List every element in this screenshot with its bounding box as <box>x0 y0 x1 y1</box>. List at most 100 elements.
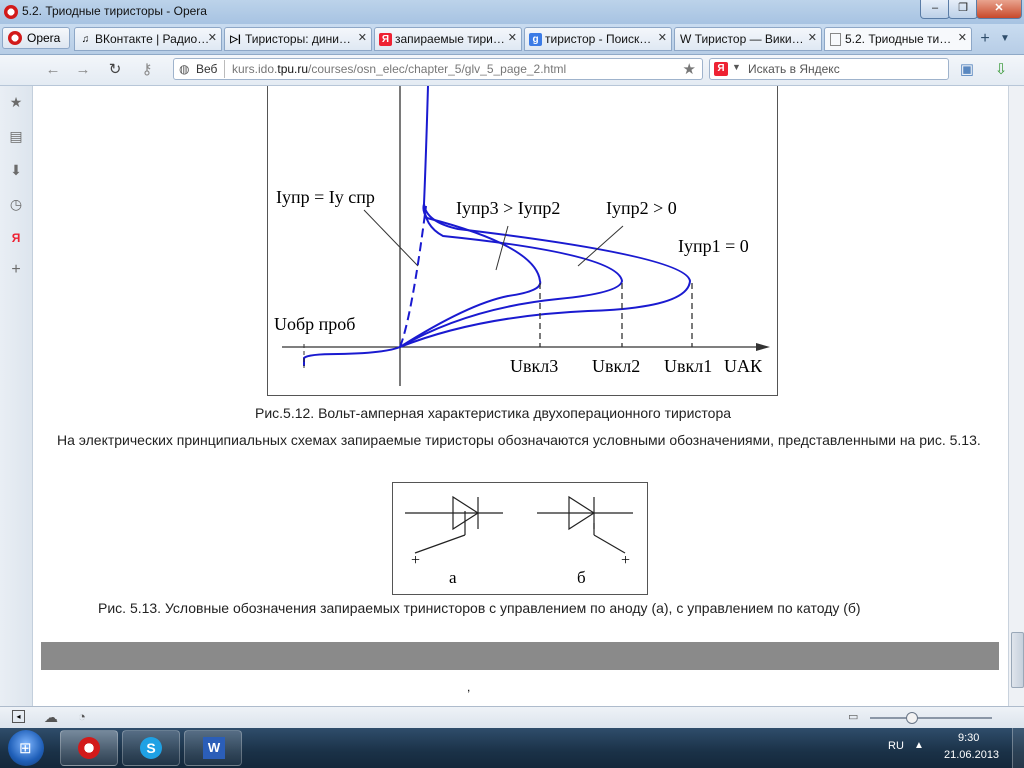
navigation-bar: ← → ↻ ⚷ ◍ Веб kurs.ido.tpu.ru/courses/os… <box>0 55 1024 86</box>
tray-expand-icon[interactable]: ▲ <box>914 740 924 751</box>
opera-taskbar-icon <box>78 737 100 759</box>
update-icon[interactable]: ⇩ <box>992 61 1010 79</box>
label-b: б <box>577 568 586 587</box>
search-placeholder: Искать в Яндекс <box>748 62 840 76</box>
address-bar[interactable]: ◍ Веб kurs.ido.tpu.ru/courses/osn_elec/c… <box>173 58 703 80</box>
label-uvkl1: Uвкл1 <box>664 356 712 376</box>
tab-triode-thyristors[interactable]: 5.2. Триодные ти… ✕ <box>824 27 972 51</box>
dashed-curve-iupr-eq <box>399 205 427 348</box>
close-tab-icon[interactable]: ✕ <box>658 31 667 44</box>
thyristor-symbol-anode-gate <box>405 495 503 554</box>
add-panel-icon[interactable]: + <box>8 262 24 278</box>
downloads-icon[interactable]: ⬇ <box>8 162 24 178</box>
label-uak: UАК <box>724 356 763 376</box>
key-icon[interactable]: ⚷ <box>138 61 156 79</box>
tab-label: ВКонтакте | Радио… <box>95 32 210 46</box>
zoom-slider-thumb[interactable] <box>906 712 918 724</box>
taskbar-skype[interactable]: S <box>122 730 180 766</box>
plus-sign-b: + <box>621 552 630 569</box>
close-tab-icon[interactable]: ✕ <box>508 31 517 44</box>
label-uobr: Uобр проб <box>274 314 355 334</box>
body-paragraph: На электрических принципиальных схемах з… <box>57 432 981 448</box>
yandex-search-icon: Я <box>714 62 728 76</box>
opera-logo-icon <box>4 5 18 19</box>
window-title: 5.2. Триодные тиристоры - Opera <box>22 4 207 18</box>
page-content: Iупр = Iу спр Iупр3 > Iупр2 Iупр2 > 0 Iу… <box>33 86 1008 706</box>
search-engine-dropdown-icon[interactable]: ▼ <box>732 62 741 72</box>
tab-google-search[interactable]: g тиристор - Поиск… ✕ <box>524 27 672 51</box>
label-iupr3: Iупр3 > Iупр2 <box>456 198 560 218</box>
language-indicator[interactable]: RU <box>888 740 904 752</box>
opera-menu-label: Opera <box>27 31 61 45</box>
close-tab-icon[interactable]: ✕ <box>808 31 817 44</box>
figure-5-12-caption: Рис.5.12. Вольт-амперная характеристика … <box>255 405 732 421</box>
forward-icon[interactable]: → <box>74 61 92 79</box>
history-clock-icon[interactable]: ◷ <box>8 196 24 212</box>
url-path: /courses/osn_elec/chapter_5/glv_5_page_2… <box>308 62 567 76</box>
tab-list-icon[interactable]: ▼ <box>1000 30 1016 48</box>
tab-label: запираемые тири… <box>395 32 505 46</box>
iv-characteristic-graph: Iупр = Iу спр Iупр3 > Iупр2 Iупр2 > 0 Iу… <box>274 86 770 386</box>
diode-icon: ▷| <box>230 34 241 45</box>
sidebar-panel: ★ ▤ ⬇ ◷ Я + <box>0 86 33 706</box>
pointer-iupr-eq <box>363 209 419 267</box>
address-divider <box>224 60 225 78</box>
title-bar: 5.2. Триодные тиристоры - Opera ‒ ❐ ✕ <box>0 0 1024 24</box>
url-host: tpu.ru <box>277 62 309 76</box>
figure-5-13-caption: Рис. 5.13. Условные обозначения запираем… <box>98 600 861 616</box>
turbo-gauge-icon[interactable]: ◔ <box>78 709 86 724</box>
zoom-slider-track[interactable] <box>870 717 992 719</box>
speed-dial-icon[interactable]: ▣ <box>958 61 976 79</box>
taskbar-word[interactable]: W <box>184 730 242 766</box>
minimize-button[interactable]: ‒ <box>920 0 950 19</box>
taskbar-opera[interactable] <box>60 730 118 766</box>
back-icon[interactable]: ← <box>44 61 62 79</box>
status-bar: ◂ ☁ ◔ ▭ <box>0 706 1024 729</box>
curve-iupr2 <box>399 203 624 348</box>
close-tab-icon[interactable]: ✕ <box>958 31 967 44</box>
start-button[interactable]: ⊞ <box>8 730 44 766</box>
windows-logo-icon: ⊞ <box>19 740 32 757</box>
footer-comma: , <box>467 680 471 694</box>
globe-icon: ◍ <box>179 62 190 76</box>
notes-icon[interactable]: ▤ <box>8 128 24 144</box>
word-icon: W <box>203 737 225 759</box>
windows-taskbar: ⊞ S W RU ▲ 9:30 21.06.2013 <box>0 728 1024 768</box>
search-box[interactable]: Я ▼ Искать в Яндекс <box>709 58 949 80</box>
opera-menu-button[interactable]: Opera <box>2 27 70 49</box>
scrollbar-thumb[interactable] <box>1011 632 1024 688</box>
unite-cloud-icon[interactable]: ☁ <box>44 709 58 726</box>
yandex-panel-icon[interactable]: Я <box>8 230 24 246</box>
tab-yandex-search[interactable]: Я запираемые тири… ✕ <box>374 27 522 51</box>
page-zoom-icon[interactable]: ▭ <box>848 710 858 723</box>
pointer-iupr3 <box>495 225 509 271</box>
bookmarks-star-icon[interactable]: ★ <box>8 94 24 110</box>
close-window-button[interactable]: ✕ <box>976 0 1022 19</box>
label-a: а <box>449 568 457 587</box>
tab-wikipedia[interactable]: W Тиристор — Вики… ✕ <box>674 27 822 51</box>
clock-time[interactable]: 9:30 <box>958 732 979 744</box>
label-iupr-eq: Iупр = Iу спр <box>276 187 375 207</box>
tab-vkontakte[interactable]: ♫ ВКонтакте | Радио… ✕ <box>74 27 222 51</box>
url-domain: kurs.ido. <box>232 62 278 76</box>
maximize-button[interactable]: ❐ <box>948 0 978 19</box>
tab-thyristors-dinistors[interactable]: ▷| Тиристоры: дини… ✕ <box>224 27 372 51</box>
web-label: Веб <box>196 62 218 76</box>
tab-label: тиристор - Поиск… <box>545 32 652 46</box>
close-tab-icon[interactable]: ✕ <box>358 31 367 44</box>
new-tab-button[interactable]: + <box>976 30 994 48</box>
label-iupr1: Iупр1 = 0 <box>678 236 749 256</box>
panel-toggle-icon[interactable]: ◂ <box>12 710 25 723</box>
show-desktop-button[interactable] <box>1012 728 1024 768</box>
label-uvkl2: Uвкл2 <box>592 356 640 376</box>
label-uvkl3: Uвкл3 <box>510 356 558 376</box>
tab-label: W Тиристор — Вики… <box>680 32 804 46</box>
close-tab-icon[interactable]: ✕ <box>208 31 217 44</box>
bookmark-star-icon[interactable]: ★ <box>683 60 696 78</box>
music-note-icon: ♫ <box>81 34 90 45</box>
page-icon <box>830 33 841 46</box>
plus-sign-a: + <box>411 552 420 569</box>
vertical-scrollbar[interactable] <box>1008 86 1024 706</box>
reload-icon[interactable]: ↻ <box>106 61 124 79</box>
clock-date[interactable]: 21.06.2013 <box>944 749 999 761</box>
